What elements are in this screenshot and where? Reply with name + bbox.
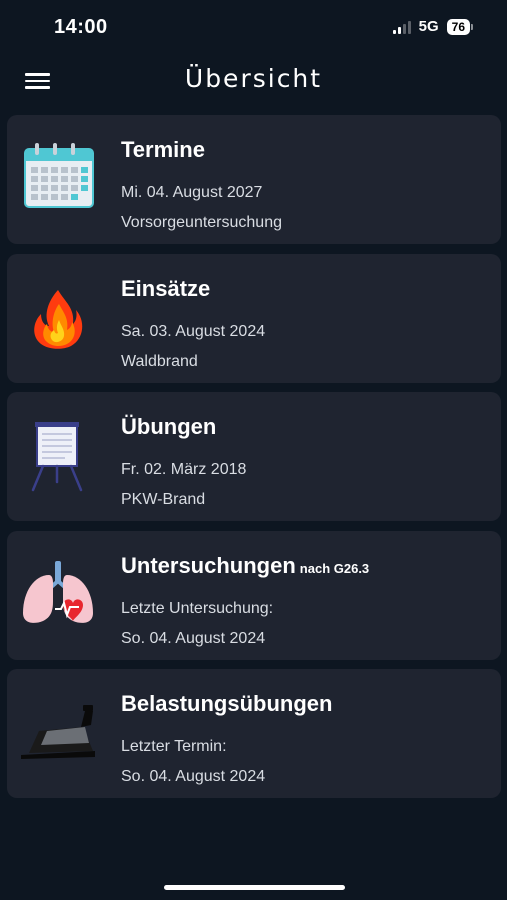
card-untersuchungen[interactable]: Untersuchungen nach G26.3 Letzte Untersuc… bbox=[7, 531, 501, 660]
card-title: Übungen bbox=[121, 414, 217, 439]
home-indicator[interactable] bbox=[164, 885, 345, 890]
calendar-icon bbox=[19, 141, 97, 217]
card-einsaetze[interactable]: Einsätze Sa. 03. August 2024 Waldbrand bbox=[7, 254, 501, 383]
card-date: Letzte Untersuchung: bbox=[121, 600, 274, 617]
card-subtitle: So. 04. August 2024 bbox=[121, 630, 266, 647]
card-date: Sa. 03. August 2024 bbox=[121, 323, 266, 340]
card-title: Untersuchungen nach G26.3 bbox=[121, 553, 370, 578]
status-time: 14:00 bbox=[54, 16, 108, 38]
card-subtitle: So. 04. August 2024 bbox=[121, 768, 266, 785]
fire-icon bbox=[19, 280, 97, 356]
flipchart-icon bbox=[19, 418, 97, 494]
card-date: Fr. 02. März 2018 bbox=[121, 461, 247, 478]
status-bar: 14:00 5G 76 bbox=[0, 0, 507, 56]
network-type: 5G bbox=[418, 18, 439, 35]
card-subtitle: PKW-Brand bbox=[121, 491, 206, 508]
card-title: Termine bbox=[121, 137, 205, 162]
card-subtitle: Waldbrand bbox=[121, 353, 198, 370]
card-uebungen[interactable]: Übungen Fr. 02. März 2018 PKW-Brand bbox=[7, 392, 501, 521]
card-belastungsuebungen[interactable]: Belastungsübungen Letzter Termin: So. 04… bbox=[7, 669, 501, 798]
card-subtitle: Vorsorgeuntersuchung bbox=[121, 214, 282, 231]
status-indicators: 5G 76 bbox=[392, 18, 473, 35]
page-title: Übersicht bbox=[184, 64, 323, 93]
battery-level: 76 bbox=[446, 18, 470, 35]
signal-icon bbox=[392, 20, 411, 34]
card-date: Letzter Termin: bbox=[121, 738, 227, 755]
treadmill-icon bbox=[19, 695, 97, 771]
app-header: Übersicht bbox=[0, 56, 507, 104]
battery-icon: 76 bbox=[446, 18, 473, 35]
lungs-heart-icon bbox=[19, 557, 97, 633]
card-title: Einsätze bbox=[121, 276, 211, 301]
card-termine[interactable]: Termine Mi. 04. August 2027 Vorsorgeunte… bbox=[7, 115, 501, 244]
card-date: Mi. 04. August 2027 bbox=[121, 184, 263, 201]
card-title: Belastungsübungen bbox=[121, 691, 333, 716]
